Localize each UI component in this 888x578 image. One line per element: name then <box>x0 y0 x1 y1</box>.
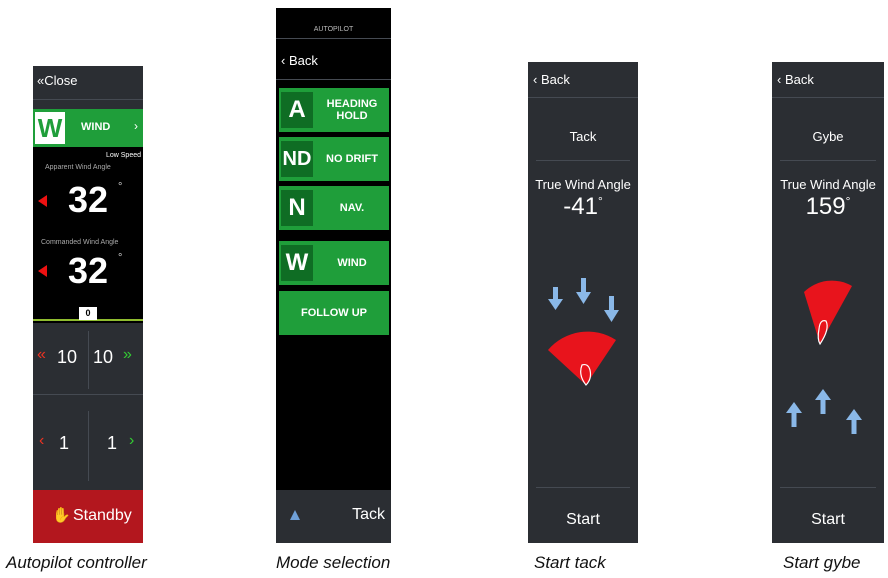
true-wind-angle-value: -41° <box>563 193 603 220</box>
port-indicator-icon <box>38 265 47 277</box>
chevron-left-icon: ‹ <box>777 72 782 87</box>
bottom-bar: Tack <box>276 490 391 543</box>
separator <box>780 487 876 488</box>
wind-mode-button[interactable]: W WIND › <box>33 109 143 147</box>
separator <box>276 38 391 39</box>
wind-mode-button[interactable]: W WIND <box>279 241 389 285</box>
heading-hold-mode-button[interactable]: A HEADING HOLD <box>279 88 389 132</box>
gybe-diagram <box>786 280 862 434</box>
wind-angle-display: Low Speed Apparent Wind Angle 32 ° Comma… <box>33 147 143 323</box>
speed-mode-label: Low Speed <box>105 152 141 159</box>
wind-arrow-icon <box>815 389 831 414</box>
caption-autopilot-controller: Autopilot controller <box>6 553 147 572</box>
caption-start-gybe: Start gybe <box>783 553 861 572</box>
commanded-wind-value: 32 <box>68 250 109 291</box>
apparent-wind-label: Apparent Wind Angle <box>45 164 111 171</box>
close-button[interactable]: «Close <box>37 73 77 88</box>
mode-letter-badge: A <box>281 92 313 128</box>
sail-icon <box>288 508 302 522</box>
separator <box>536 487 630 488</box>
wind-arrow-icon <box>786 402 802 427</box>
mode-letter-badge: W <box>281 245 313 281</box>
separator <box>772 97 884 98</box>
standby-button[interactable]: ✋ Standby <box>33 490 143 543</box>
mode-label: NAV. <box>339 202 365 214</box>
start-gybe-panel: ‹ Back Gybe True Wind Angle 159° Start <box>772 62 884 543</box>
mode-label: HEADING HOLD <box>326 98 378 122</box>
degree-symbol: ° <box>118 252 123 264</box>
double-chevron-left-icon: « <box>37 346 46 363</box>
wind-arrow-icon <box>576 278 591 304</box>
mode-label: NO DRIFT <box>326 153 378 165</box>
back-button[interactable]: ‹ Back <box>281 53 318 68</box>
mode-label: WIND <box>81 121 111 133</box>
true-wind-angle-value: 159° <box>805 193 851 220</box>
rudder-value-badge: 0 <box>79 307 97 320</box>
mode-letter-badge: W <box>35 112 65 144</box>
separator <box>33 394 143 395</box>
separator <box>780 160 876 161</box>
mode-letter-badge: ND <box>281 141 313 177</box>
tack-diagram <box>548 278 619 386</box>
chevron-left-icon: ‹ <box>39 432 45 449</box>
commanded-wind-label: Commanded Wind Angle <box>41 239 119 246</box>
nav-mode-button[interactable]: N NAV. <box>279 186 389 230</box>
no-drift-mode-button[interactable]: ND NO DRIFT <box>279 137 389 181</box>
mode-label: WIND <box>337 257 367 269</box>
autopilot-controller-panel: «Close W WIND › Low Speed Apparent Wind … <box>33 66 143 543</box>
separator <box>536 160 630 161</box>
mode-selection-panel: AUTOPILOT ‹ Back A HEADING HOLD ND NO DR… <box>276 8 391 543</box>
double-chevron-right-icon: » <box>123 346 132 363</box>
start-tack-panel: ‹ Back Tack True Wind Angle -41° Start <box>528 62 638 543</box>
gybe-title: Gybe <box>812 129 844 144</box>
back-button[interactable]: ‹ Back <box>533 72 570 87</box>
wind-arrow-icon <box>548 287 563 310</box>
separator <box>528 97 638 98</box>
chevron-right-icon: › <box>134 119 138 133</box>
start-tack-button[interactable]: Start <box>528 511 638 529</box>
port-1-button[interactable]: ‹ 1 <box>33 414 88 474</box>
separator <box>33 99 143 100</box>
true-wind-angle-label: True Wind Angle <box>535 177 631 192</box>
caption-mode-selection: Mode selection <box>276 553 391 572</box>
wind-sector-icon <box>804 280 852 344</box>
chevron-left-icon: ‹ <box>533 72 538 87</box>
port-indicator-icon <box>38 195 47 207</box>
wind-arrow-icon <box>846 409 862 434</box>
follow-up-button[interactable]: FOLLOW UP <box>279 291 389 335</box>
back-button[interactable]: ‹ Back <box>777 72 814 87</box>
port-10-button[interactable]: « 10 <box>33 328 88 388</box>
apparent-wind-value: 32 <box>68 179 109 220</box>
hand-icon: ✋ <box>52 507 71 524</box>
wind-arrow-icon <box>604 296 619 322</box>
chevron-right-icon: › <box>129 432 135 449</box>
starboard-10-button[interactable]: 10 » <box>89 328 143 388</box>
degree-symbol: ° <box>118 181 123 193</box>
starboard-1-button[interactable]: 1 › <box>89 414 143 474</box>
separator <box>276 79 391 80</box>
tack-button[interactable]: Tack <box>352 506 385 524</box>
tack-title: Tack <box>569 129 597 144</box>
caption-start-tack: Start tack <box>534 553 606 572</box>
chevron-left-icon: ‹ <box>281 53 286 68</box>
start-gybe-button[interactable]: Start <box>772 511 884 529</box>
mode-letter-badge: N <box>281 190 313 226</box>
autopilot-title: AUTOPILOT <box>313 26 354 33</box>
true-wind-angle-label: True Wind Angle <box>780 177 876 192</box>
